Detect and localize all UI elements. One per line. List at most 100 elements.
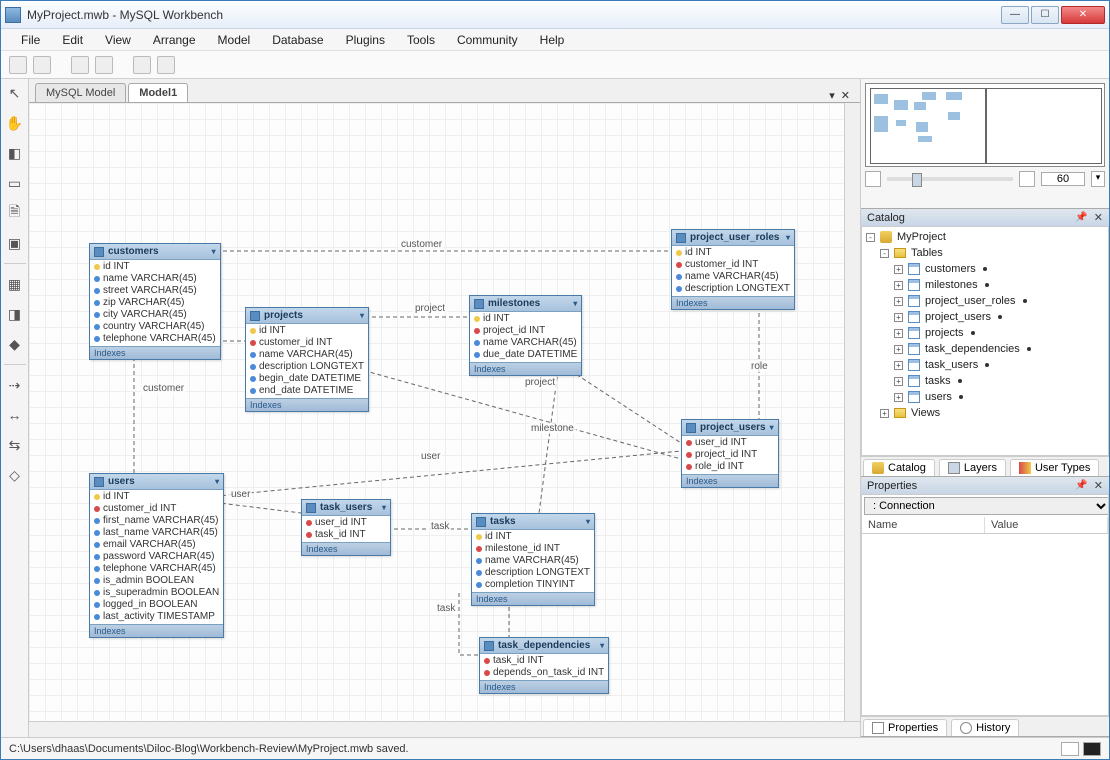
open-icon[interactable] xyxy=(9,56,27,74)
catalog-panel-title[interactable]: Catalog 📌 ✕ xyxy=(861,209,1109,226)
entity-project_users[interactable]: project_users▾user_id INTproject_id INTr… xyxy=(681,419,779,488)
properties-panel-title[interactable]: Properties 📌 ✕ xyxy=(861,477,1109,494)
menu-plugins[interactable]: Plugins xyxy=(336,31,395,49)
relation-11-icon[interactable]: ↔ xyxy=(5,405,25,425)
relation-label: role xyxy=(749,361,770,372)
properties-grid[interactable] xyxy=(862,534,1108,714)
relation-label: task xyxy=(435,603,457,614)
undo-icon[interactable] xyxy=(71,56,89,74)
tab-usertypes[interactable]: User Types xyxy=(1010,459,1099,476)
relation-label: milestone xyxy=(529,423,576,434)
window-title: MyProject.mwb - MySQL Workbench xyxy=(27,8,1001,22)
pin-icon[interactable]: 📌 xyxy=(1075,480,1087,491)
relation-label: user xyxy=(229,489,252,500)
panel-close-icon[interactable]: ✕ xyxy=(1094,211,1103,224)
image-tool-icon[interactable]: ▣ xyxy=(5,233,25,253)
menu-tools[interactable]: Tools xyxy=(397,31,445,49)
catalog-table-milestones[interactable]: +milestones xyxy=(866,277,1104,293)
catalog-table-projects[interactable]: +projects xyxy=(866,325,1104,341)
catalog-table-project_user_roles[interactable]: +project_user_roles xyxy=(866,293,1104,309)
catalog-table-task_users[interactable]: +task_users xyxy=(866,357,1104,373)
catalog-table-tasks[interactable]: +tasks xyxy=(866,373,1104,389)
toolbar xyxy=(1,51,1109,79)
grid-icon[interactable] xyxy=(133,56,151,74)
entity-tasks[interactable]: tasks▾id INTmilestone_id INTname VARCHAR… xyxy=(471,513,595,606)
catalog-table-task_dependencies[interactable]: +task_dependencies xyxy=(866,341,1104,357)
properties-col-value[interactable]: Value xyxy=(985,517,1108,533)
hand-tool-icon[interactable]: ✋ xyxy=(5,113,25,133)
menu-arrange[interactable]: Arrange xyxy=(143,31,206,49)
tab-dropdown-icon[interactable]: ▾ xyxy=(829,89,835,102)
relation-label: project xyxy=(523,377,557,388)
zoom-slider[interactable] xyxy=(887,177,1013,181)
statusbar: C:\Users\dhaas\Documents\Diloc-Blog\Work… xyxy=(1,737,1109,759)
relation-label: task xyxy=(429,521,451,532)
zoom-100-icon[interactable] xyxy=(1019,171,1035,187)
properties-col-name[interactable]: Name xyxy=(862,517,985,533)
snap-icon[interactable] xyxy=(157,56,175,74)
view-tool-icon[interactable]: ◨ xyxy=(5,304,25,324)
catalog-table-project_users[interactable]: +project_users xyxy=(866,309,1104,325)
pin-icon[interactable]: 📌 xyxy=(1075,212,1087,223)
canvas-scrollbar-h[interactable] xyxy=(29,721,860,737)
navigator-panel: 60 ▾ xyxy=(861,79,1109,209)
console-pane-icon[interactable] xyxy=(1083,742,1101,756)
status-text: C:\Users\dhaas\Documents\Diloc-Blog\Work… xyxy=(9,743,409,755)
menu-edit[interactable]: Edit xyxy=(52,31,93,49)
relation-1n-icon[interactable]: ⇢ xyxy=(5,375,25,395)
relation-existing-icon[interactable]: ◇ xyxy=(5,465,25,485)
navigator-thumbnail[interactable] xyxy=(865,83,1105,167)
zoom-fit-icon[interactable] xyxy=(865,171,881,187)
table-tool-icon[interactable]: ▦ xyxy=(5,274,25,294)
app-icon xyxy=(5,7,21,23)
menu-community[interactable]: Community xyxy=(447,31,528,49)
routine-tool-icon[interactable]: ◆ xyxy=(5,334,25,354)
tab-close-icon[interactable]: ✕ xyxy=(841,89,850,102)
zoom-dropdown[interactable]: ▾ xyxy=(1091,171,1105,187)
tab-properties[interactable]: Properties xyxy=(863,719,947,736)
editor-tabbar: MySQL Model Model1 ▾ ✕ xyxy=(29,79,860,103)
relation-label: user xyxy=(419,451,442,462)
tab-model1[interactable]: Model1 xyxy=(128,83,188,102)
relation-label: customer xyxy=(399,239,444,250)
tab-history[interactable]: History xyxy=(951,719,1019,736)
entity-users[interactable]: users▾id INTcustomer_id INTfirst_name VA… xyxy=(89,473,224,638)
titlebar[interactable]: MyProject.mwb - MySQL Workbench — ☐ ✕ xyxy=(1,1,1109,29)
tab-mysql-model[interactable]: MySQL Model xyxy=(35,83,126,102)
entity-milestones[interactable]: milestones▾id INTproject_id INTname VARC… xyxy=(469,295,582,376)
zoom-value[interactable]: 60 xyxy=(1041,172,1085,186)
relation-nm-icon[interactable]: ⇆ xyxy=(5,435,25,455)
redo-icon[interactable] xyxy=(95,56,113,74)
minimize-button[interactable]: — xyxy=(1001,6,1029,24)
entity-customers[interactable]: customers▾id INTname VARCHAR(45)street V… xyxy=(89,243,221,360)
layer-tool-icon[interactable]: ▭ xyxy=(5,173,25,193)
menu-help[interactable]: Help xyxy=(530,31,575,49)
tool-strip: ↖ ✋ ◧ ▭ 🗎 ▣ ▦ ◨ ◆ ⇢ ↔ ⇆ ◇ xyxy=(1,79,29,737)
catalog-table-customers[interactable]: +customers xyxy=(866,261,1104,277)
catalog-table-users[interactable]: +users xyxy=(866,389,1104,405)
entity-task_users[interactable]: task_users▾user_id INTtask_id INTIndexes xyxy=(301,499,391,556)
menu-database[interactable]: Database xyxy=(262,31,333,49)
eer-canvas[interactable]: customers▾id INTname VARCHAR(45)street V… xyxy=(29,103,860,737)
tab-layers[interactable]: Layers xyxy=(939,459,1006,476)
entity-projects[interactable]: projects▾id INTcustomer_id INTname VARCH… xyxy=(245,307,369,412)
canvas-scrollbar-v[interactable] xyxy=(844,103,860,737)
entity-project_user_roles[interactable]: project_user_roles▾id INTcustomer_id INT… xyxy=(671,229,795,310)
menu-view[interactable]: View xyxy=(95,31,141,49)
properties-selector[interactable]: : Connection xyxy=(864,497,1109,515)
relation-label: project xyxy=(413,303,447,314)
menu-model[interactable]: Model xyxy=(208,31,261,49)
panel-close-icon[interactable]: ✕ xyxy=(1094,479,1103,492)
tab-catalog[interactable]: Catalog xyxy=(863,459,935,476)
menubar: File Edit View Arrange Model Database Pl… xyxy=(1,29,1109,51)
output-pane-icon[interactable] xyxy=(1061,742,1079,756)
maximize-button[interactable]: ☐ xyxy=(1031,6,1059,24)
note-tool-icon[interactable]: 🗎 xyxy=(5,203,25,223)
eraser-tool-icon[interactable]: ◧ xyxy=(5,143,25,163)
catalog-tree[interactable]: -MyProject-Tables+customers+milestones+p… xyxy=(862,227,1108,423)
save-icon[interactable] xyxy=(33,56,51,74)
pointer-tool-icon[interactable]: ↖ xyxy=(5,83,25,103)
close-button[interactable]: ✕ xyxy=(1061,6,1105,24)
entity-task_dependencies[interactable]: task_dependencies▾task_id INTdepends_on_… xyxy=(479,637,609,694)
menu-file[interactable]: File xyxy=(11,31,50,49)
